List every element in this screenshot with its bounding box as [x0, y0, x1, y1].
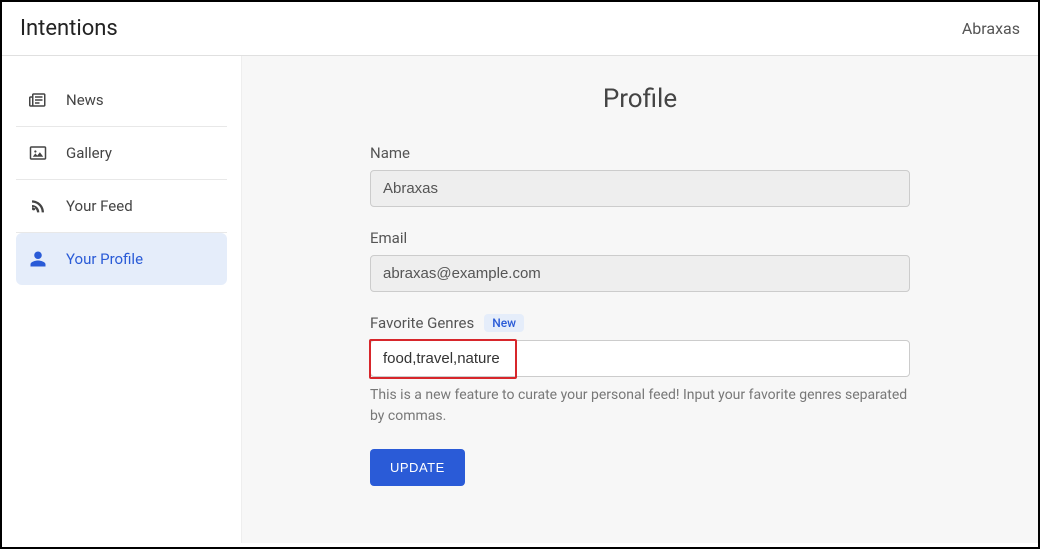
name-group: Name: [370, 144, 910, 207]
app-title[interactable]: Intentions: [20, 16, 118, 41]
sidebar-item-label: Your Feed: [66, 197, 133, 215]
name-label: Name: [370, 144, 910, 162]
genres-group: Favorite Genres New This is a new featur…: [370, 314, 910, 427]
header: Intentions Abraxas: [2, 2, 1038, 56]
sidebar-item-gallery[interactable]: Gallery: [16, 127, 227, 180]
header-username[interactable]: Abraxas: [962, 19, 1020, 38]
newspaper-icon: [28, 90, 48, 110]
sidebar-item-news[interactable]: News: [16, 74, 227, 127]
name-input[interactable]: [370, 170, 910, 207]
profile-form: Name Email Favorite Genres New This is a…: [370, 144, 910, 486]
update-button[interactable]: UPDATE: [370, 449, 465, 486]
sidebar-item-label: Your Profile: [66, 250, 143, 268]
email-label: Email: [370, 229, 910, 247]
sidebar-item-profile[interactable]: Your Profile: [16, 233, 227, 285]
sidebar-item-label: News: [66, 91, 104, 109]
email-input[interactable]: [370, 255, 910, 292]
sidebar-item-label: Gallery: [66, 144, 112, 162]
sidebar: News Gallery Your Feed Your Profile: [2, 56, 242, 543]
new-badge: New: [484, 314, 524, 332]
user-icon: [28, 249, 48, 269]
rss-icon: [28, 196, 48, 216]
genres-help: This is a new feature to curate your per…: [370, 385, 910, 427]
email-group: Email: [370, 229, 910, 292]
sidebar-item-feed[interactable]: Your Feed: [16, 180, 227, 233]
genres-label: Favorite Genres: [370, 314, 474, 332]
page-title: Profile: [302, 84, 978, 114]
image-icon: [28, 143, 48, 163]
main-content: Profile Name Email Favorite Genres New: [242, 56, 1038, 543]
genres-input[interactable]: [370, 340, 910, 377]
